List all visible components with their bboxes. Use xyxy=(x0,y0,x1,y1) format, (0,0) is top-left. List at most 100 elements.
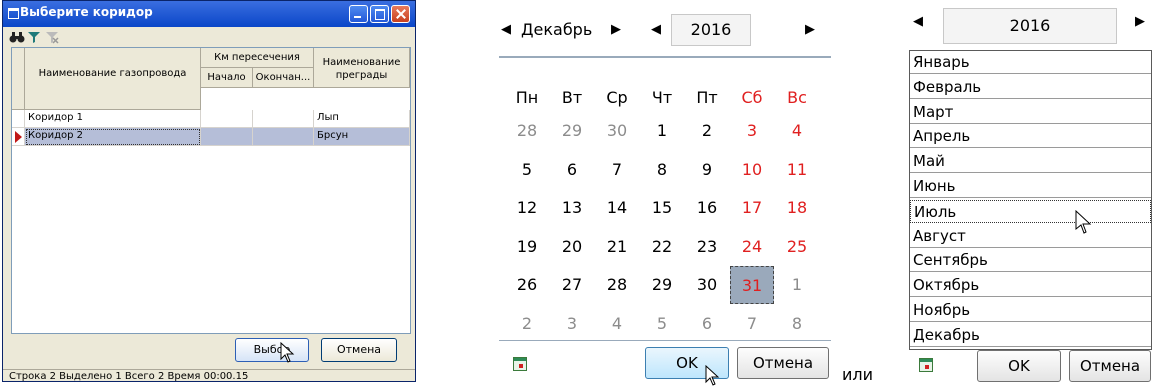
column-header-start[interactable]: Начало xyxy=(201,68,253,88)
nav-right-icon[interactable]: ▶ xyxy=(805,14,815,46)
filter-icon[interactable] xyxy=(27,30,41,47)
clear-filter-icon[interactable] xyxy=(45,30,59,47)
nav-right-icon[interactable]: ▶ xyxy=(611,14,621,46)
window-icon xyxy=(8,8,19,19)
divider xyxy=(499,340,831,341)
day-cell[interactable]: 21 xyxy=(595,228,639,266)
day-cell[interactable]: 17 xyxy=(730,189,774,227)
day-cell[interactable]: 11 xyxy=(775,151,819,189)
month-item[interactable]: Март xyxy=(910,101,1151,124)
weekday-header: Вт xyxy=(561,88,583,107)
day-cell[interactable]: 6 xyxy=(550,151,594,189)
cell-start[interactable] xyxy=(201,128,253,146)
day-cell[interactable]: 13 xyxy=(550,189,594,227)
day-cell[interactable]: 5 xyxy=(505,151,549,189)
day-cell[interactable]: 2 xyxy=(685,112,729,150)
month-label[interactable]: Декабрь xyxy=(521,14,592,46)
cell-end[interactable] xyxy=(253,128,314,146)
calendar-today-icon[interactable] xyxy=(919,358,933,372)
cancel-button[interactable]: Отмена xyxy=(1069,350,1151,382)
cell-start[interactable] xyxy=(201,110,253,128)
row-pointer-icon[interactable] xyxy=(12,128,25,146)
cell-name[interactable]: Коридор 1 xyxy=(25,110,201,128)
day-cell[interactable]: 1 xyxy=(775,266,819,304)
month-item[interactable]: Январь xyxy=(910,51,1151,74)
nav-left-icon[interactable]: ◀ xyxy=(913,14,923,29)
day-cell[interactable]: 9 xyxy=(685,151,729,189)
day-cell[interactable]: 19 xyxy=(505,228,549,266)
close-button[interactable] xyxy=(391,5,410,23)
day-cell[interactable]: 30 xyxy=(595,112,639,150)
day-cell[interactable]: 26 xyxy=(505,266,549,304)
day-cell[interactable]: 24 xyxy=(730,228,774,266)
nav-right-icon[interactable]: ▶ xyxy=(1135,14,1145,29)
select-button[interactable]: Выбор xyxy=(235,338,309,362)
calendar-today-icon[interactable] xyxy=(513,357,527,371)
ok-button[interactable]: OK xyxy=(977,350,1061,382)
year-label[interactable]: 2016 xyxy=(943,8,1117,44)
day-cell[interactable]: 27 xyxy=(550,266,594,304)
day-cell[interactable]: 7 xyxy=(595,151,639,189)
day-cell[interactable]: 8 xyxy=(775,305,819,343)
day-cell[interactable]: 14 xyxy=(595,189,639,227)
day-cell[interactable]: 4 xyxy=(775,112,819,150)
column-header-name[interactable]: Наименование газопровода xyxy=(25,48,201,110)
cancel-button[interactable]: Отмена xyxy=(737,347,829,379)
day-cell[interactable]: 4 xyxy=(595,305,639,343)
column-group-km-label: Км пересечения xyxy=(214,52,300,63)
day-cell[interactable]: 28 xyxy=(505,112,549,150)
day-cell[interactable]: 12 xyxy=(505,189,549,227)
cell-barrier[interactable]: Брсун xyxy=(314,128,410,146)
nav-left-icon[interactable]: ◀ xyxy=(651,14,661,46)
day-cell[interactable]: 3 xyxy=(730,112,774,150)
month-item[interactable]: Август xyxy=(910,225,1151,248)
day-cell[interactable]: 6 xyxy=(685,305,729,343)
year-label[interactable]: 2016 xyxy=(671,14,751,46)
day-cell[interactable]: 20 xyxy=(550,228,594,266)
day-cell[interactable]: 2 xyxy=(505,305,549,343)
cancel-button[interactable]: Отмена xyxy=(321,338,397,362)
day-cell[interactable]: 29 xyxy=(640,266,684,304)
month-picker-popup: ◀ 2016 ▶ Январь Февраль Март Апрель Май Июнь И… xyxy=(909,6,1152,384)
day-cell[interactable]: 25 xyxy=(775,228,819,266)
cell-barrier[interactable]: Лып xyxy=(314,110,410,128)
day-cell[interactable]: 7 xyxy=(730,305,774,343)
column-header-end[interactable]: Окончан... xyxy=(253,68,314,88)
day-cell[interactable]: 16 xyxy=(685,189,729,227)
day-cell[interactable]: 5 xyxy=(640,305,684,343)
day-cell[interactable]: 28 xyxy=(595,266,639,304)
month-item[interactable]: Ноябрь xyxy=(910,299,1151,322)
month-item[interactable]: Сентябрь xyxy=(910,249,1151,273)
column-header-barrier[interactable]: Наименование преграды xyxy=(314,48,410,88)
month-item[interactable]: Декабрь xyxy=(910,324,1151,347)
day-cell[interactable]: 22 xyxy=(640,228,684,266)
day-cell[interactable]: 29 xyxy=(550,112,594,150)
month-item[interactable]: Май xyxy=(910,150,1151,174)
day-cell[interactable]: 31 xyxy=(730,266,774,304)
day-cell[interactable]: 15 xyxy=(640,189,684,227)
row-indicator[interactable] xyxy=(12,110,25,128)
month-item[interactable]: Февраль xyxy=(910,76,1151,99)
day-cell[interactable]: 30 xyxy=(685,266,729,304)
day-cell[interactable]: 10 xyxy=(730,151,774,189)
month-item[interactable]: Октябрь xyxy=(910,274,1151,298)
minimize-button[interactable] xyxy=(349,5,368,23)
nav-left-icon[interactable]: ◀ xyxy=(501,14,511,46)
month-item[interactable]: Апрель xyxy=(910,125,1151,149)
select-corridor-dialog: Выберите коридор Наименование газопровод… xyxy=(2,0,416,382)
day-cell[interactable]: 18 xyxy=(775,189,819,227)
binoculars-icon[interactable] xyxy=(9,30,25,47)
corridor-table: Наименование газопровода Км пересечения … xyxy=(11,47,411,334)
cell-end[interactable] xyxy=(253,110,314,128)
month-item[interactable]: Июль xyxy=(910,199,1151,223)
day-cell[interactable]: 1 xyxy=(640,112,684,150)
month-item[interactable]: Июнь xyxy=(910,175,1151,198)
weekday-header: Сб xyxy=(741,88,763,107)
title-bar[interactable]: Выберите коридор xyxy=(3,1,415,27)
day-cell[interactable]: 3 xyxy=(550,305,594,343)
day-cell[interactable]: 23 xyxy=(685,228,729,266)
maximize-button[interactable] xyxy=(370,5,389,23)
day-cell[interactable]: 8 xyxy=(640,151,684,189)
or-label: или xyxy=(842,365,874,384)
cell-name[interactable]: Коридор 2 xyxy=(25,128,201,146)
